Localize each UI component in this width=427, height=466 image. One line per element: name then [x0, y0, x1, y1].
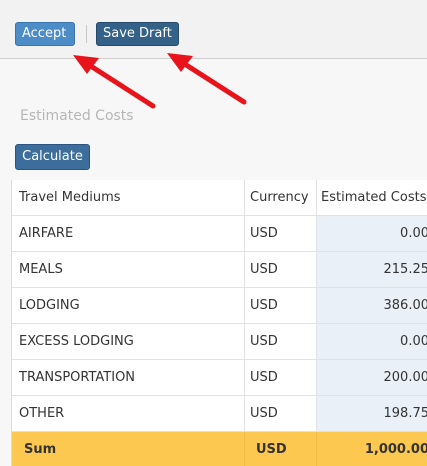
travel-medium-cell: LODGING — [12, 288, 245, 323]
section-title: Estimated Costs — [20, 108, 134, 124]
sum-currency: USD — [245, 432, 317, 466]
travel-medium-cell: OTHER — [12, 396, 245, 431]
accept-button[interactable]: Accept — [15, 22, 75, 46]
travel-medium-cell: EXCESS LODGING — [12, 324, 245, 359]
sum-label: Sum — [12, 432, 245, 466]
estimated-cost-cell[interactable]: 386.00 — [317, 288, 427, 323]
estimated-cost-cell[interactable]: 0.00 — [317, 324, 427, 359]
red-arrow-icon — [167, 53, 247, 105]
travel-medium-cell: AIRFARE — [12, 216, 245, 251]
toolbar: Accept Save Draft — [0, 0, 427, 59]
table-row[interactable]: MEALS USD 215.25 — [12, 252, 427, 288]
estimated-costs-table: Travel Mediums Currency Estimated Costs … — [11, 180, 427, 466]
estimated-cost-cell[interactable]: 200.00 — [317, 360, 427, 395]
estimated-cost-cell[interactable]: 0.00 — [317, 216, 427, 251]
table-row[interactable]: EXCESS LODGING USD 0.00 — [12, 324, 427, 360]
travel-medium-cell: MEALS — [12, 252, 245, 287]
column-header-travel-mediums[interactable]: Travel Mediums — [12, 180, 245, 215]
currency-cell: USD — [245, 360, 317, 395]
table-row[interactable]: AIRFARE USD 0.00 — [12, 216, 427, 252]
column-header-currency[interactable]: Currency — [245, 180, 317, 215]
currency-cell: USD — [245, 216, 317, 251]
currency-cell: USD — [245, 288, 317, 323]
save-draft-button[interactable]: Save Draft — [96, 22, 179, 46]
table-row[interactable]: OTHER USD 198.75 — [12, 396, 427, 432]
currency-cell: USD — [245, 396, 317, 431]
currency-cell: USD — [245, 324, 317, 359]
table-row[interactable]: TRANSPORTATION USD 200.00 — [12, 360, 427, 396]
table-header-row: Travel Mediums Currency Estimated Costs — [12, 180, 427, 216]
red-arrow-icon — [73, 55, 156, 109]
column-header-estimated-costs[interactable]: Estimated Costs — [317, 180, 427, 215]
calculate-button[interactable]: Calculate — [15, 144, 90, 170]
sum-total: 1,000.00 — [317, 432, 427, 466]
currency-cell: USD — [245, 252, 317, 287]
estimated-cost-cell[interactable]: 215.25 — [317, 252, 427, 287]
table-row[interactable]: LODGING USD 386.00 — [12, 288, 427, 324]
travel-medium-cell: TRANSPORTATION — [12, 360, 245, 395]
estimated-cost-cell[interactable]: 198.75 — [317, 396, 427, 431]
toolbar-separator — [86, 25, 87, 43]
sum-row: Sum USD 1,000.00 — [12, 432, 427, 466]
